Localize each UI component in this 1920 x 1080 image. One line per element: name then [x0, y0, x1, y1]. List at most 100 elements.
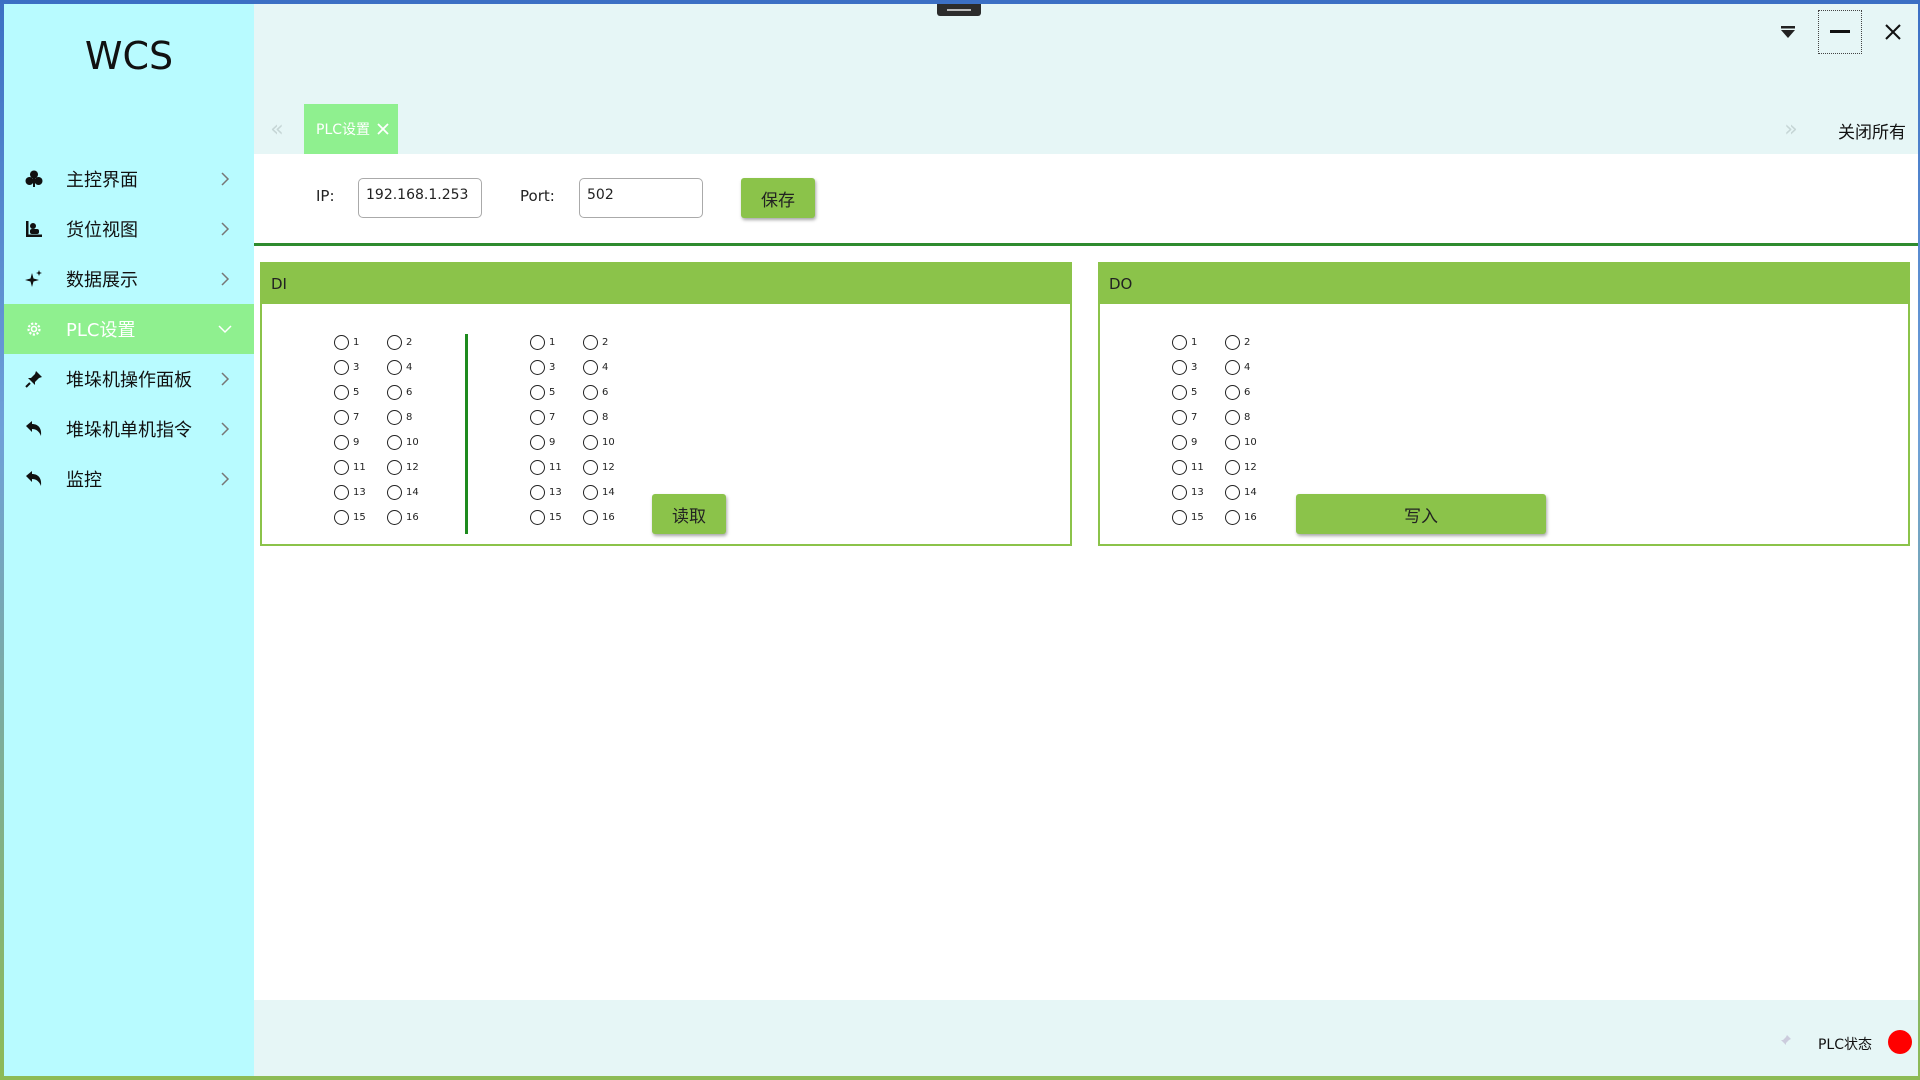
radio-option[interactable]: 6: [387, 385, 440, 400]
read-button[interactable]: 读取: [652, 494, 726, 534]
radio-option[interactable]: 11: [334, 460, 387, 475]
radio-label: 7: [549, 412, 556, 423]
radio-option[interactable]: 7: [1172, 410, 1225, 425]
undo-arrow-icon: [22, 417, 46, 441]
chevron-down-icon: [214, 318, 236, 340]
radio-row: 12: [1172, 330, 1278, 355]
radio-circle-icon: [334, 460, 349, 475]
radio-option[interactable]: 7: [334, 410, 387, 425]
radio-option[interactable]: 9: [1172, 435, 1225, 450]
radio-option[interactable]: 8: [583, 410, 636, 425]
radio-circle-icon: [530, 360, 545, 375]
window-drag-handle[interactable]: [937, 4, 981, 16]
radio-option[interactable]: 3: [1172, 360, 1225, 375]
radio-option[interactable]: 12: [583, 460, 636, 475]
radio-row: 34: [1172, 355, 1278, 380]
sidebar-item-storage-view[interactable]: 货位视图: [4, 204, 254, 254]
app-window: WCS 主控界面 货位视图 数据展示 PLC设置 堆垛机操作面板 堆垛机单机指令…: [4, 4, 1918, 1076]
radio-option[interactable]: 7: [530, 410, 583, 425]
radio-label: 11: [353, 462, 366, 473]
radio-circle-icon: [1225, 485, 1240, 500]
radio-label: 9: [1191, 437, 1198, 448]
dashboard-icon: [22, 167, 46, 191]
radio-option[interactable]: 6: [1225, 385, 1278, 400]
radio-option[interactable]: 16: [583, 510, 636, 525]
radio-option[interactable]: 12: [387, 460, 440, 475]
di-group-2: 1 2 3 4 5 6 7 8 9 10 11 12 13 14 15 16: [530, 330, 636, 530]
radio-label: 2: [406, 337, 413, 348]
radio-option[interactable]: 5: [334, 385, 387, 400]
sidebar-item-data-display[interactable]: 数据展示: [4, 254, 254, 304]
radio-option[interactable]: 13: [1172, 485, 1225, 500]
dropdown-arrow-icon[interactable]: [1766, 10, 1810, 54]
minimize-button[interactable]: [1818, 10, 1862, 54]
radio-option[interactable]: 10: [1225, 435, 1278, 450]
radio-label: 3: [353, 362, 360, 373]
tab-plc-settings[interactable]: PLC设置: [304, 104, 398, 154]
radio-option[interactable]: 14: [387, 485, 440, 500]
ip-input[interactable]: 192.168.1.253: [358, 178, 482, 218]
sidebar-item-monitor[interactable]: 监控: [4, 454, 254, 504]
radio-option[interactable]: 1: [1172, 335, 1225, 350]
radio-option[interactable]: 3: [334, 360, 387, 375]
radio-label: 9: [549, 437, 556, 448]
radio-option[interactable]: 2: [583, 335, 636, 350]
tab-scroll-right-icon[interactable]: »: [1776, 114, 1806, 144]
radio-option[interactable]: 9: [334, 435, 387, 450]
write-button[interactable]: 写入: [1296, 494, 1546, 534]
radio-option[interactable]: 3: [530, 360, 583, 375]
radio-label: 11: [1191, 462, 1204, 473]
radio-circle-icon: [530, 410, 545, 425]
radio-option[interactable]: 15: [1172, 510, 1225, 525]
close-icon[interactable]: [376, 122, 390, 136]
sidebar-item-stacker-panel[interactable]: 堆垛机操作面板: [4, 354, 254, 404]
radio-option[interactable]: 5: [1172, 385, 1225, 400]
radio-option[interactable]: 6: [583, 385, 636, 400]
radio-option[interactable]: 16: [1225, 510, 1278, 525]
sidebar-item-main-control[interactable]: 主控界面: [4, 154, 254, 204]
radio-option[interactable]: 2: [387, 335, 440, 350]
di-group-1: 1 2 3 4 5 6 7 8 9 10 11 12 13 14 15 16: [334, 330, 440, 530]
close-all-tabs-button[interactable]: 关闭所有: [1838, 118, 1906, 143]
tab-scroll-left-icon[interactable]: «: [262, 114, 292, 144]
radio-option[interactable]: 2: [1225, 335, 1278, 350]
gear-icon: [22, 317, 46, 341]
radio-option[interactable]: 4: [1225, 360, 1278, 375]
sidebar-item-stacker-command[interactable]: 堆垛机单机指令: [4, 404, 254, 454]
sparkle-icon: [22, 267, 46, 291]
radio-option[interactable]: 11: [1172, 460, 1225, 475]
radio-option[interactable]: 9: [530, 435, 583, 450]
radio-label: 1: [549, 337, 556, 348]
port-input[interactable]: 502: [579, 178, 703, 218]
radio-option[interactable]: 4: [583, 360, 636, 375]
radio-option[interactable]: 11: [530, 460, 583, 475]
radio-circle-icon: [1225, 360, 1240, 375]
tab-strip: « PLC设置 » 关闭所有: [254, 104, 1918, 154]
save-button[interactable]: 保存: [741, 178, 815, 218]
sidebar-item-plc-settings[interactable]: PLC设置: [4, 304, 254, 354]
radio-option[interactable]: 1: [334, 335, 387, 350]
radio-row: 34: [334, 355, 440, 380]
radio-option[interactable]: 8: [1225, 410, 1278, 425]
radio-option[interactable]: 5: [530, 385, 583, 400]
radio-row: 13 14: [1172, 480, 1278, 505]
radio-label: 15: [549, 512, 562, 523]
radio-option[interactable]: 13: [334, 485, 387, 500]
radio-label: 10: [406, 437, 419, 448]
radio-option[interactable]: 10: [387, 435, 440, 450]
radio-option[interactable]: 15: [530, 510, 583, 525]
radio-option[interactable]: 1: [530, 335, 583, 350]
close-window-button[interactable]: [1871, 10, 1915, 54]
radio-option[interactable]: 8: [387, 410, 440, 425]
radio-label: 7: [353, 412, 360, 423]
radio-row: 34: [530, 355, 636, 380]
radio-option[interactable]: 4: [387, 360, 440, 375]
radio-option[interactable]: 14: [1225, 485, 1278, 500]
radio-option[interactable]: 10: [583, 435, 636, 450]
radio-option[interactable]: 14: [583, 485, 636, 500]
radio-circle-icon: [530, 385, 545, 400]
radio-option[interactable]: 12: [1225, 460, 1278, 475]
radio-option[interactable]: 15: [334, 510, 387, 525]
radio-option[interactable]: 16: [387, 510, 440, 525]
radio-option[interactable]: 13: [530, 485, 583, 500]
